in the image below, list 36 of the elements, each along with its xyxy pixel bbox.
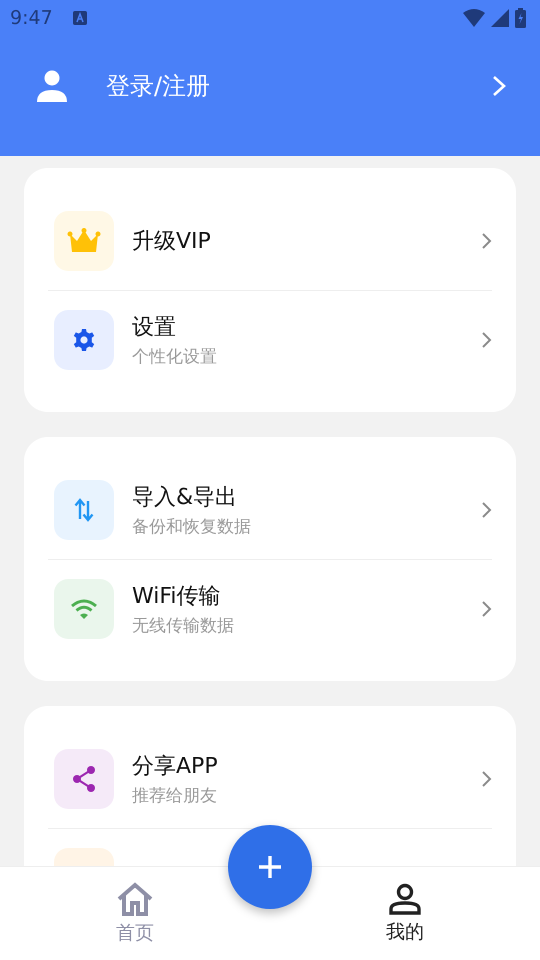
home-icon <box>116 882 154 916</box>
person-icon <box>389 882 421 914</box>
cell-signal-icon <box>491 9 509 27</box>
settings-icon <box>72 328 96 352</box>
chevron-right-icon <box>481 232 492 250</box>
menu-item[interactable]: WiFi传输 无线传输数据 <box>48 560 492 658</box>
menu-item-title: 分享APP <box>132 753 218 781</box>
chevron-right-icon <box>481 600 492 618</box>
login-row[interactable]: 登录/注册 <box>0 36 540 156</box>
share-icon <box>71 765 97 793</box>
menu-item[interactable]: 分享APP 推荐给朋友 <box>48 730 492 828</box>
menu-item-title: 升级VIP <box>132 228 211 256</box>
keyboard-icon <box>72 11 87 25</box>
menu-item-title: 导入&导出 <box>132 484 238 512</box>
menu-item[interactable]: 升级VIP <box>48 192 492 290</box>
swap-arrows-icon <box>74 497 94 523</box>
menu-item-subtitle: 无线传输数据 <box>132 615 234 637</box>
crown-icon <box>67 228 101 254</box>
wifi-icon <box>70 598 98 620</box>
battery-icon <box>515 8 526 28</box>
chevron-right-icon <box>481 331 492 349</box>
user-icon <box>36 70 68 102</box>
chevron-right-icon <box>481 770 492 788</box>
menu-item[interactable]: 设置 个性化设置 <box>48 291 492 389</box>
wifi-signal-icon <box>463 9 485 27</box>
menu-item-subtitle: 个性化设置 <box>132 346 217 368</box>
menu-item[interactable]: 导入&导出 备份和恢复数据 <box>48 461 492 559</box>
plus-icon <box>259 856 281 878</box>
menu-item-subtitle: 备份和恢复数据 <box>132 516 251 538</box>
chevron-right-icon <box>481 501 492 519</box>
chevron-right-icon <box>492 75 506 97</box>
menu-item-title: 设置 <box>132 314 177 342</box>
menu-item-title: WiFi传输 <box>132 583 222 611</box>
status-time: 9:47 <box>10 7 53 29</box>
menu-item-subtitle: 推荐给朋友 <box>132 785 218 807</box>
nav-tab[interactable]: 我的 <box>270 867 540 960</box>
